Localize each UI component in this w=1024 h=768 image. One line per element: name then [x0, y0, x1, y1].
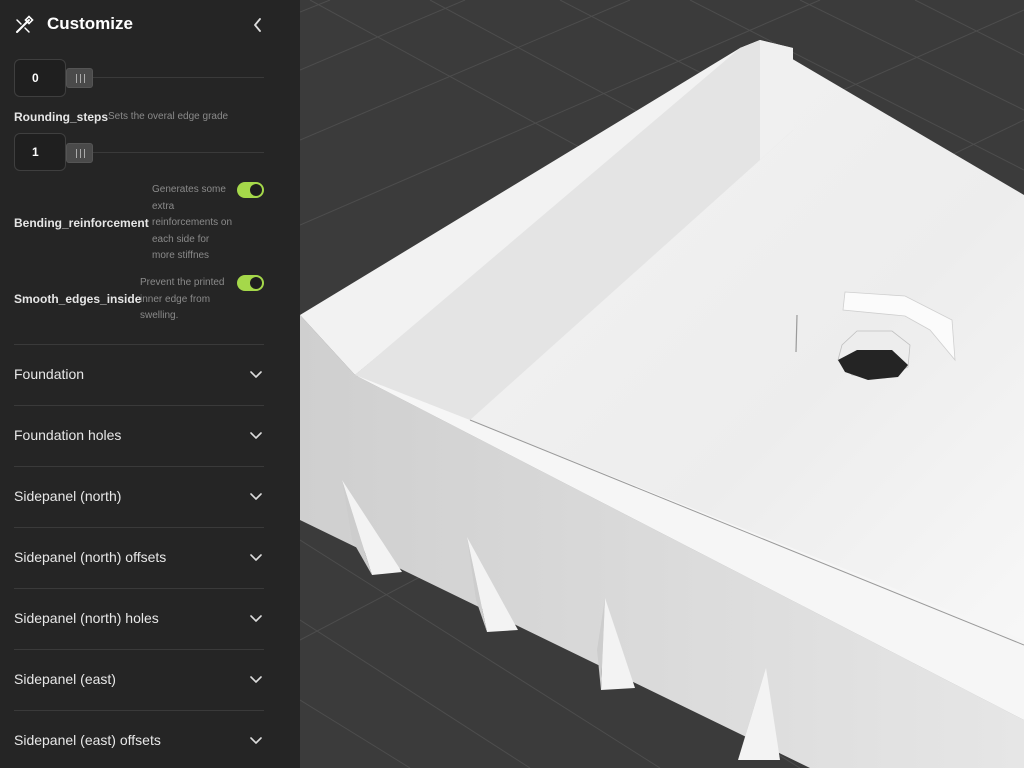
panel-title: Customize [47, 14, 133, 33]
chevron-down-icon [250, 432, 262, 439]
section-label: Sidepanel (north) holes [14, 610, 159, 626]
bending-reinforcement-description: Generates some extra reinforcements on e… [152, 184, 233, 261]
section-label: Sidepanel (east) offsets [14, 732, 161, 748]
model-preview[interactable] [300, 0, 1024, 768]
section-label: Foundation holes [14, 427, 122, 443]
section-foundation-holes[interactable]: Foundation holes [14, 405, 264, 466]
rounding-steps-input[interactable]: 1 [14, 133, 66, 171]
slider-track[interactable] [66, 77, 264, 78]
bending-reinforcement-toggle[interactable] [237, 182, 264, 198]
chevron-down-icon [250, 493, 262, 500]
chevron-down-icon [250, 737, 262, 744]
rounding-steps-handle[interactable] [66, 143, 93, 163]
chevron-down-icon [250, 615, 262, 622]
section-sidepanel-north-holes[interactable]: Sidepanel (north) holes [14, 588, 264, 649]
slider-handle[interactable] [66, 68, 93, 88]
section-label: Sidepanel (east) [14, 671, 116, 687]
smooth-edges-inside-toggle[interactable] [237, 275, 264, 291]
section-label: Sidepanel (north) [14, 488, 122, 504]
rounding-steps-label: Rounding_steps [14, 110, 109, 124]
section-foundation[interactable]: Foundation [14, 344, 264, 405]
customize-panel: Customize 0 Rounding_steps Sets the over… [0, 0, 300, 768]
chevron-down-icon [250, 554, 262, 561]
section-sidepanel-north-offsets[interactable]: Sidepanel (north) offsets [14, 527, 264, 588]
smooth-edges-inside-description: Prevent the printed inner edge from swel… [140, 277, 225, 321]
section-label: Sidepanel (north) offsets [14, 549, 167, 565]
bending-reinforcement-label: Bending_reinforcement [14, 216, 149, 230]
3d-viewport[interactable] [300, 0, 1024, 768]
chevron-down-icon [250, 371, 262, 378]
section-sidepanel-north[interactable]: Sidepanel (north) [14, 466, 264, 527]
section-sidepanel-east-offsets[interactable]: Sidepanel (east) offsets [14, 710, 264, 768]
magic-wand-icon [16, 15, 34, 33]
section-label: Foundation [14, 366, 85, 382]
section-sidepanel-east[interactable]: Sidepanel (east) [14, 649, 264, 710]
rounding-steps-description: Sets the overal edge grade [108, 111, 229, 122]
panel-header: Customize [0, 0, 300, 50]
chevron-down-icon [250, 676, 262, 683]
chevron-left-icon[interactable] [248, 14, 268, 36]
smooth-edges-inside-label: Smooth_edges_inside [14, 292, 142, 306]
slider-value-input[interactable]: 0 [14, 59, 66, 97]
rounding-steps-track[interactable] [66, 152, 264, 153]
